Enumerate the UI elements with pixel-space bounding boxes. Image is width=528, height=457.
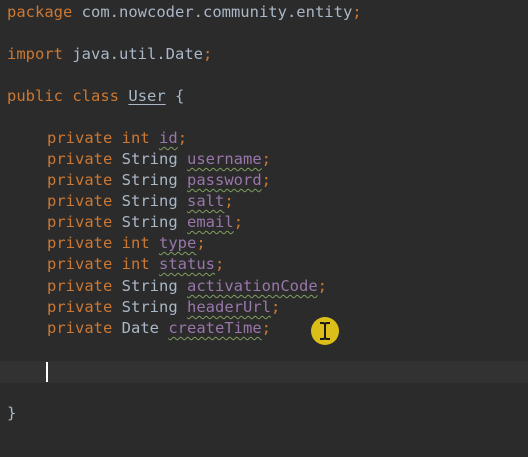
private-keyword: private (47, 150, 113, 168)
field-name: username (187, 150, 262, 168)
code-line-field[interactable]: private String activationCode; (47, 276, 327, 297)
code-line-field[interactable]: private String email; (47, 212, 243, 233)
package-name: com.nowcoder.community.entity (81, 3, 353, 21)
semicolon: ; (224, 192, 234, 210)
code-line-field[interactable]: private int status; (47, 254, 224, 275)
code-editor[interactable]: package com.nowcoder.community.entity; i… (0, 0, 528, 457)
field-type: int (121, 234, 150, 252)
code-line-field[interactable]: private int type; (47, 233, 206, 254)
semicolon: ; (261, 171, 272, 189)
code-line-package[interactable]: package com.nowcoder.community.entity; (7, 2, 362, 23)
field-name: password (187, 171, 262, 189)
open-brace: { (175, 87, 185, 105)
field-name: type (159, 234, 197, 252)
private-keyword: private (47, 255, 113, 273)
code-line-field[interactable]: private String salt; (47, 191, 234, 212)
text-caret (46, 362, 48, 382)
private-keyword: private (47, 171, 113, 189)
semicolon: ; (261, 319, 272, 337)
field-type: String (121, 192, 178, 210)
field-name: status (159, 255, 216, 273)
private-keyword: private (47, 277, 113, 295)
private-keyword: private (47, 129, 113, 147)
field-type: String (121, 171, 178, 189)
field-type: String (121, 277, 178, 295)
field-type: int (121, 255, 150, 273)
field-type: String (121, 298, 178, 316)
package-keyword: package (7, 3, 73, 21)
semicolon: ; (215, 255, 225, 273)
current-line-highlight (0, 361, 528, 383)
mouse-cursor-highlight (311, 317, 339, 345)
semicolon: ; (196, 234, 206, 252)
field-name: salt (187, 192, 225, 210)
import-name: java.util.Date (72, 45, 203, 63)
semicolon: ; (233, 213, 244, 231)
field-name: createTime (168, 319, 262, 337)
private-keyword: private (47, 234, 113, 252)
code-line-class-declaration[interactable]: public class User { (7, 86, 184, 107)
private-keyword: private (47, 213, 113, 231)
code-line-field[interactable]: private int id; (47, 128, 187, 149)
field-type: String (121, 213, 178, 231)
public-keyword: public (7, 87, 63, 105)
close-brace: } (7, 404, 17, 422)
code-line-field[interactable]: private String password; (47, 170, 271, 191)
private-keyword: private (47, 192, 113, 210)
field-name: activationCode (187, 277, 318, 295)
field-name: headerUrl (187, 298, 272, 316)
semicolon: ; (261, 150, 272, 168)
field-type: String (121, 150, 178, 168)
semicolon: ; (271, 298, 281, 316)
code-line-close-brace[interactable]: } (7, 403, 16, 424)
import-keyword: import (7, 45, 63, 63)
code-line-field[interactable]: private String headerUrl; (47, 297, 280, 318)
field-name: email (187, 213, 234, 231)
text-cursor-icon (320, 322, 330, 340)
private-keyword: private (47, 298, 113, 316)
code-line-field[interactable]: private Date createTime; (47, 318, 271, 339)
class-name: User (128, 87, 166, 105)
field-name: id (159, 129, 178, 147)
field-type: Date (121, 319, 159, 337)
semicolon: ; (177, 129, 188, 147)
private-keyword: private (47, 319, 113, 337)
field-type: int (121, 129, 150, 147)
code-line-field[interactable]: private String username; (47, 149, 271, 170)
code-line-import[interactable]: import java.util.Date; (7, 44, 212, 65)
class-keyword: class (72, 87, 120, 105)
semicolon: ; (317, 277, 328, 295)
semicolon: ; (352, 3, 362, 21)
semicolon: ; (203, 45, 213, 63)
